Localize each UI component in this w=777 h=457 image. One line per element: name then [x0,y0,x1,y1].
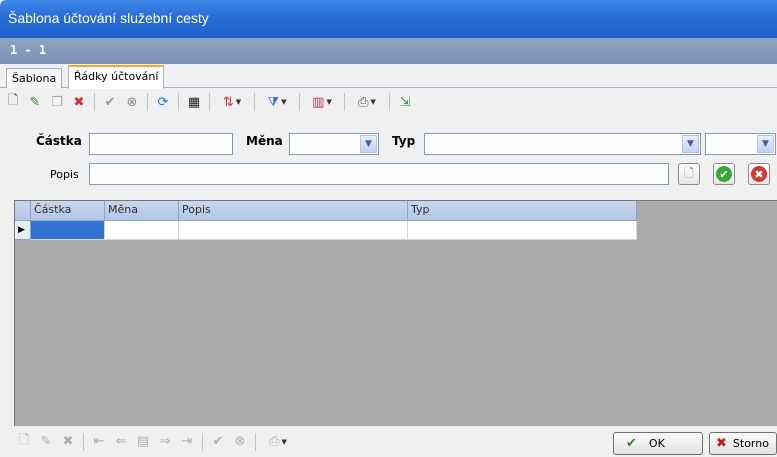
column-header-popis[interactable]: Popis [179,201,408,221]
cancel-button[interactable]: ✖ Storno [709,432,777,455]
toolbar-separator [254,93,255,111]
document-icon: 🗋 [684,165,694,180]
ok-button[interactable]: ✔ OK [613,432,703,455]
edit-icon[interactable]: ✎ [36,432,56,452]
toolbar-separator [209,93,210,111]
filter-icon[interactable]: ⧩ ▼ [260,92,294,112]
discard-icon[interactable]: ⊗ [230,432,250,452]
column-header-typ[interactable]: Typ [408,201,637,221]
toolbar-separator [202,432,203,451]
delete-icon[interactable]: ✖ [69,92,89,112]
toolbar-separator [147,93,148,111]
amount-label: Částka [36,134,82,148]
column-header-mena[interactable]: Měna [105,201,179,221]
confirm-icon[interactable]: ✔ [100,92,120,112]
last-icon[interactable]: ⇥ [177,432,197,452]
data-grid[interactable]: Částka Měna Popis Typ ▶ [14,200,777,426]
grid-table: Částka Měna Popis Typ ▶ [15,201,637,241]
first-icon[interactable]: ⇤ [89,432,109,452]
next-icon[interactable]: ⇒ [155,432,175,452]
copy-icon[interactable]: ❐ [47,92,67,112]
grid-corner [15,201,31,221]
toolbar-separator [389,93,390,111]
type-label: Typ [392,134,416,148]
table-cell[interactable] [179,221,408,240]
amount-field[interactable] [89,133,233,155]
toolbar-separator [344,93,345,111]
chevron-down-icon[interactable]: ▼ [360,135,377,153]
type-secondary-combo[interactable]: ▼ [705,133,776,155]
toolbar-separator [299,93,300,111]
type-combo[interactable]: ▼ [424,133,701,155]
table-cell[interactable] [408,221,637,240]
main-toolbar: 🗋 ✎ ❐ ✖ ✔ ⊗ ⟳ ▦ ⇅ ▼ ⧩ ▼ ▥ ▼ ⎙ ▼ ⇲ [0,88,777,116]
row-indicator-icon: ▶ [15,221,31,240]
print-icon[interactable]: ⎙ ▼ [261,432,295,452]
window-title: Šablona účtování služební cesty [0,0,777,38]
new-icon[interactable]: 🗋 [3,92,23,112]
discard-icon[interactable]: ⊗ [122,92,142,112]
refresh-icon[interactable]: ⟳ [153,92,173,112]
close-circle-icon: ✖ [751,166,767,182]
cancel-label: Storno [732,437,769,450]
column-header-castka[interactable]: Částka [31,201,105,221]
toolbar-separator [178,93,179,111]
confirm-icon[interactable]: ✔ [208,432,228,452]
cross-icon: ✖ [716,436,727,451]
edit-form: Částka Měna ▼ Typ ▼ ▼ Popis 🗋 ✔ ✖ [0,118,777,192]
delete-icon[interactable]: ✖ [58,432,78,452]
toolbar-separator [83,432,84,451]
currency-label: Měna [246,134,283,148]
description-label: Popis [50,168,79,181]
description-field[interactable] [89,163,669,185]
edit-icon[interactable]: ✎ [25,92,45,112]
chevron-down-icon[interactable]: ▼ [682,135,699,153]
sort-icon[interactable]: ⇅ ▼ [215,92,249,112]
columns-icon[interactable]: ▥ ▼ [305,92,339,112]
prev-icon[interactable]: ⇐ [111,432,131,452]
export-icon[interactable]: ⇲ [395,92,415,112]
table-cell[interactable] [31,221,105,240]
print-icon[interactable]: ⎙ ▼ [350,92,384,112]
find-icon[interactable]: ▦ [184,92,204,112]
checkmark-icon: ✔ [626,436,637,451]
record-counter: 1 - 1 [0,38,777,64]
tab-strip: Šablona Řádky účtování [0,64,777,89]
cancel-row-button[interactable]: ✖ [748,163,770,185]
tab-radky-uctovani[interactable]: Řádky účtování [68,65,165,89]
new-document-button[interactable]: 🗋 [678,163,700,185]
confirm-row-button[interactable]: ✔ [713,163,735,185]
table-cell[interactable] [105,221,179,240]
new-icon[interactable]: 🗋 [14,432,34,452]
check-circle-icon: ✔ [716,166,732,182]
toolbar-separator [94,93,95,111]
tab-sablona[interactable]: Šablona [6,68,63,88]
chevron-down-icon[interactable]: ▼ [757,135,774,153]
record-icon[interactable]: ▤ [133,432,153,452]
toolbar-separator [255,432,256,451]
ok-label: OK [648,437,665,450]
currency-combo[interactable]: ▼ [289,133,379,155]
